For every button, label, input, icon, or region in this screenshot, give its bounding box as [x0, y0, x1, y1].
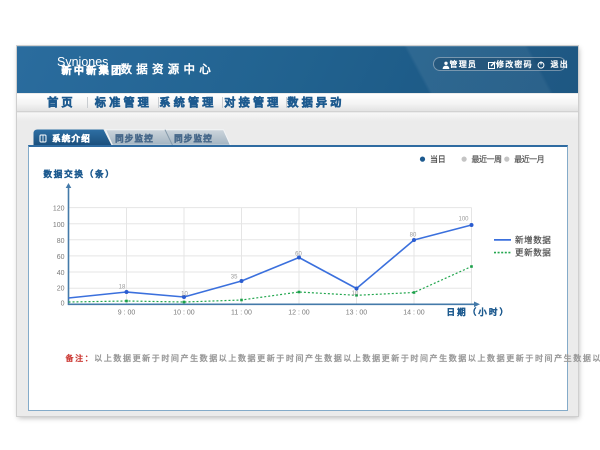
svg-text:60: 60: [295, 251, 302, 257]
svg-text:新增数据: 新增数据: [515, 234, 551, 244]
svg-text:10 : 00: 10 : 00: [173, 309, 195, 316]
svg-text:日期（小时）: 日期（小时）: [446, 307, 510, 317]
svg-text:最近一周: 最近一周: [471, 153, 501, 163]
svg-text:同步监控: 同步监控: [174, 133, 213, 143]
svg-text:60: 60: [56, 254, 64, 261]
svg-text:12 : 00: 12 : 00: [288, 309, 310, 316]
svg-text:同步监控: 同步监控: [115, 133, 154, 143]
svg-text:当日: 当日: [430, 153, 445, 163]
svg-text:20: 20: [56, 285, 64, 292]
svg-text:40: 40: [56, 269, 64, 276]
svg-text:35: 35: [230, 274, 237, 280]
svg-text:10: 10: [351, 290, 358, 296]
svg-text:数据交换（条）: 数据交换（条）: [43, 168, 115, 178]
svg-text:80: 80: [409, 232, 416, 238]
svg-text:更新数据: 更新数据: [515, 247, 551, 257]
svg-text:18: 18: [118, 284, 125, 290]
svg-text:14 : 00: 14 : 00: [403, 309, 425, 316]
svg-text:80: 80: [56, 237, 64, 244]
svg-text:最近一月: 最近一月: [514, 153, 544, 163]
svg-text:120: 120: [52, 205, 64, 212]
svg-text:系统介绍: 系统介绍: [52, 133, 91, 143]
svg-text:0: 0: [60, 300, 64, 307]
svg-text:100: 100: [458, 216, 469, 222]
svg-text:9 : 00: 9 : 00: [117, 309, 135, 316]
svg-text:11 : 00: 11 : 00: [231, 309, 252, 316]
svg-text:13 : 00: 13 : 00: [345, 309, 367, 316]
svg-text:100: 100: [52, 221, 64, 228]
svg-text:10: 10: [181, 291, 188, 297]
